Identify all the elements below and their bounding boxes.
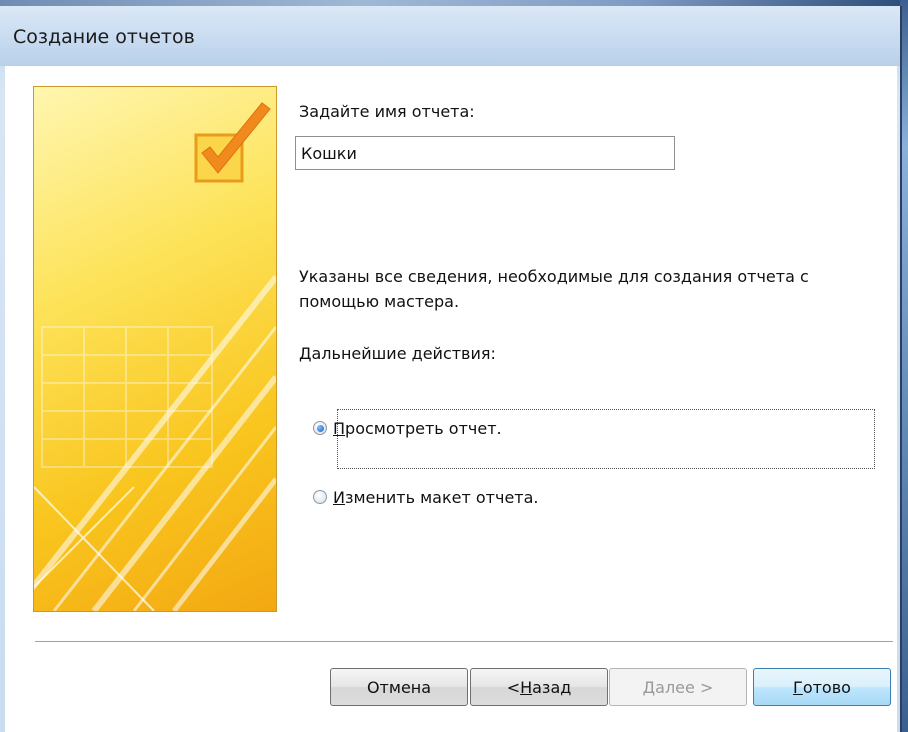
dialog-client-area: Задайте имя отчета: Указаны все сведения… — [5, 66, 897, 732]
radio-selected-dot — [316, 424, 324, 432]
report-name-input[interactable] — [295, 136, 675, 170]
back-button[interactable]: < Назад — [470, 668, 608, 706]
option-preview-report[interactable]: Просмотреть отчет. — [313, 417, 502, 439]
title-bar[interactable]: Создание отчетов — [0, 6, 900, 66]
radio-icon[interactable] — [313, 490, 327, 504]
next-actions-label: Дальнейшие действия: — [299, 344, 496, 363]
cancel-button[interactable]: Отмена — [330, 668, 468, 706]
option-label: Просмотреть отчет. — [333, 418, 502, 438]
wizard-info-text: Указаны все сведения, необходимые для со… — [299, 267, 809, 311]
option-label: Изменить макет отчета. — [333, 487, 539, 507]
next-button[interactable]: Далее > — [609, 668, 747, 706]
wizard-decoration — [34, 102, 276, 611]
wizard-image-panel — [33, 86, 277, 612]
button-separator — [35, 641, 893, 643]
report-wizard-dialog: Создание отчетов Задайте имя отчета: Кош… — [0, 6, 902, 732]
checkbox-checkmark-icon — [194, 102, 271, 183]
radio-icon[interactable] — [313, 421, 327, 435]
finish-button[interactable]: Готово — [753, 668, 891, 706]
option-modify-layout[interactable]: Изменить макет отчета. — [313, 486, 539, 508]
report-name-label: Задайте имя отчета: — [299, 102, 475, 121]
window-title: Создание отчетов — [13, 26, 195, 48]
